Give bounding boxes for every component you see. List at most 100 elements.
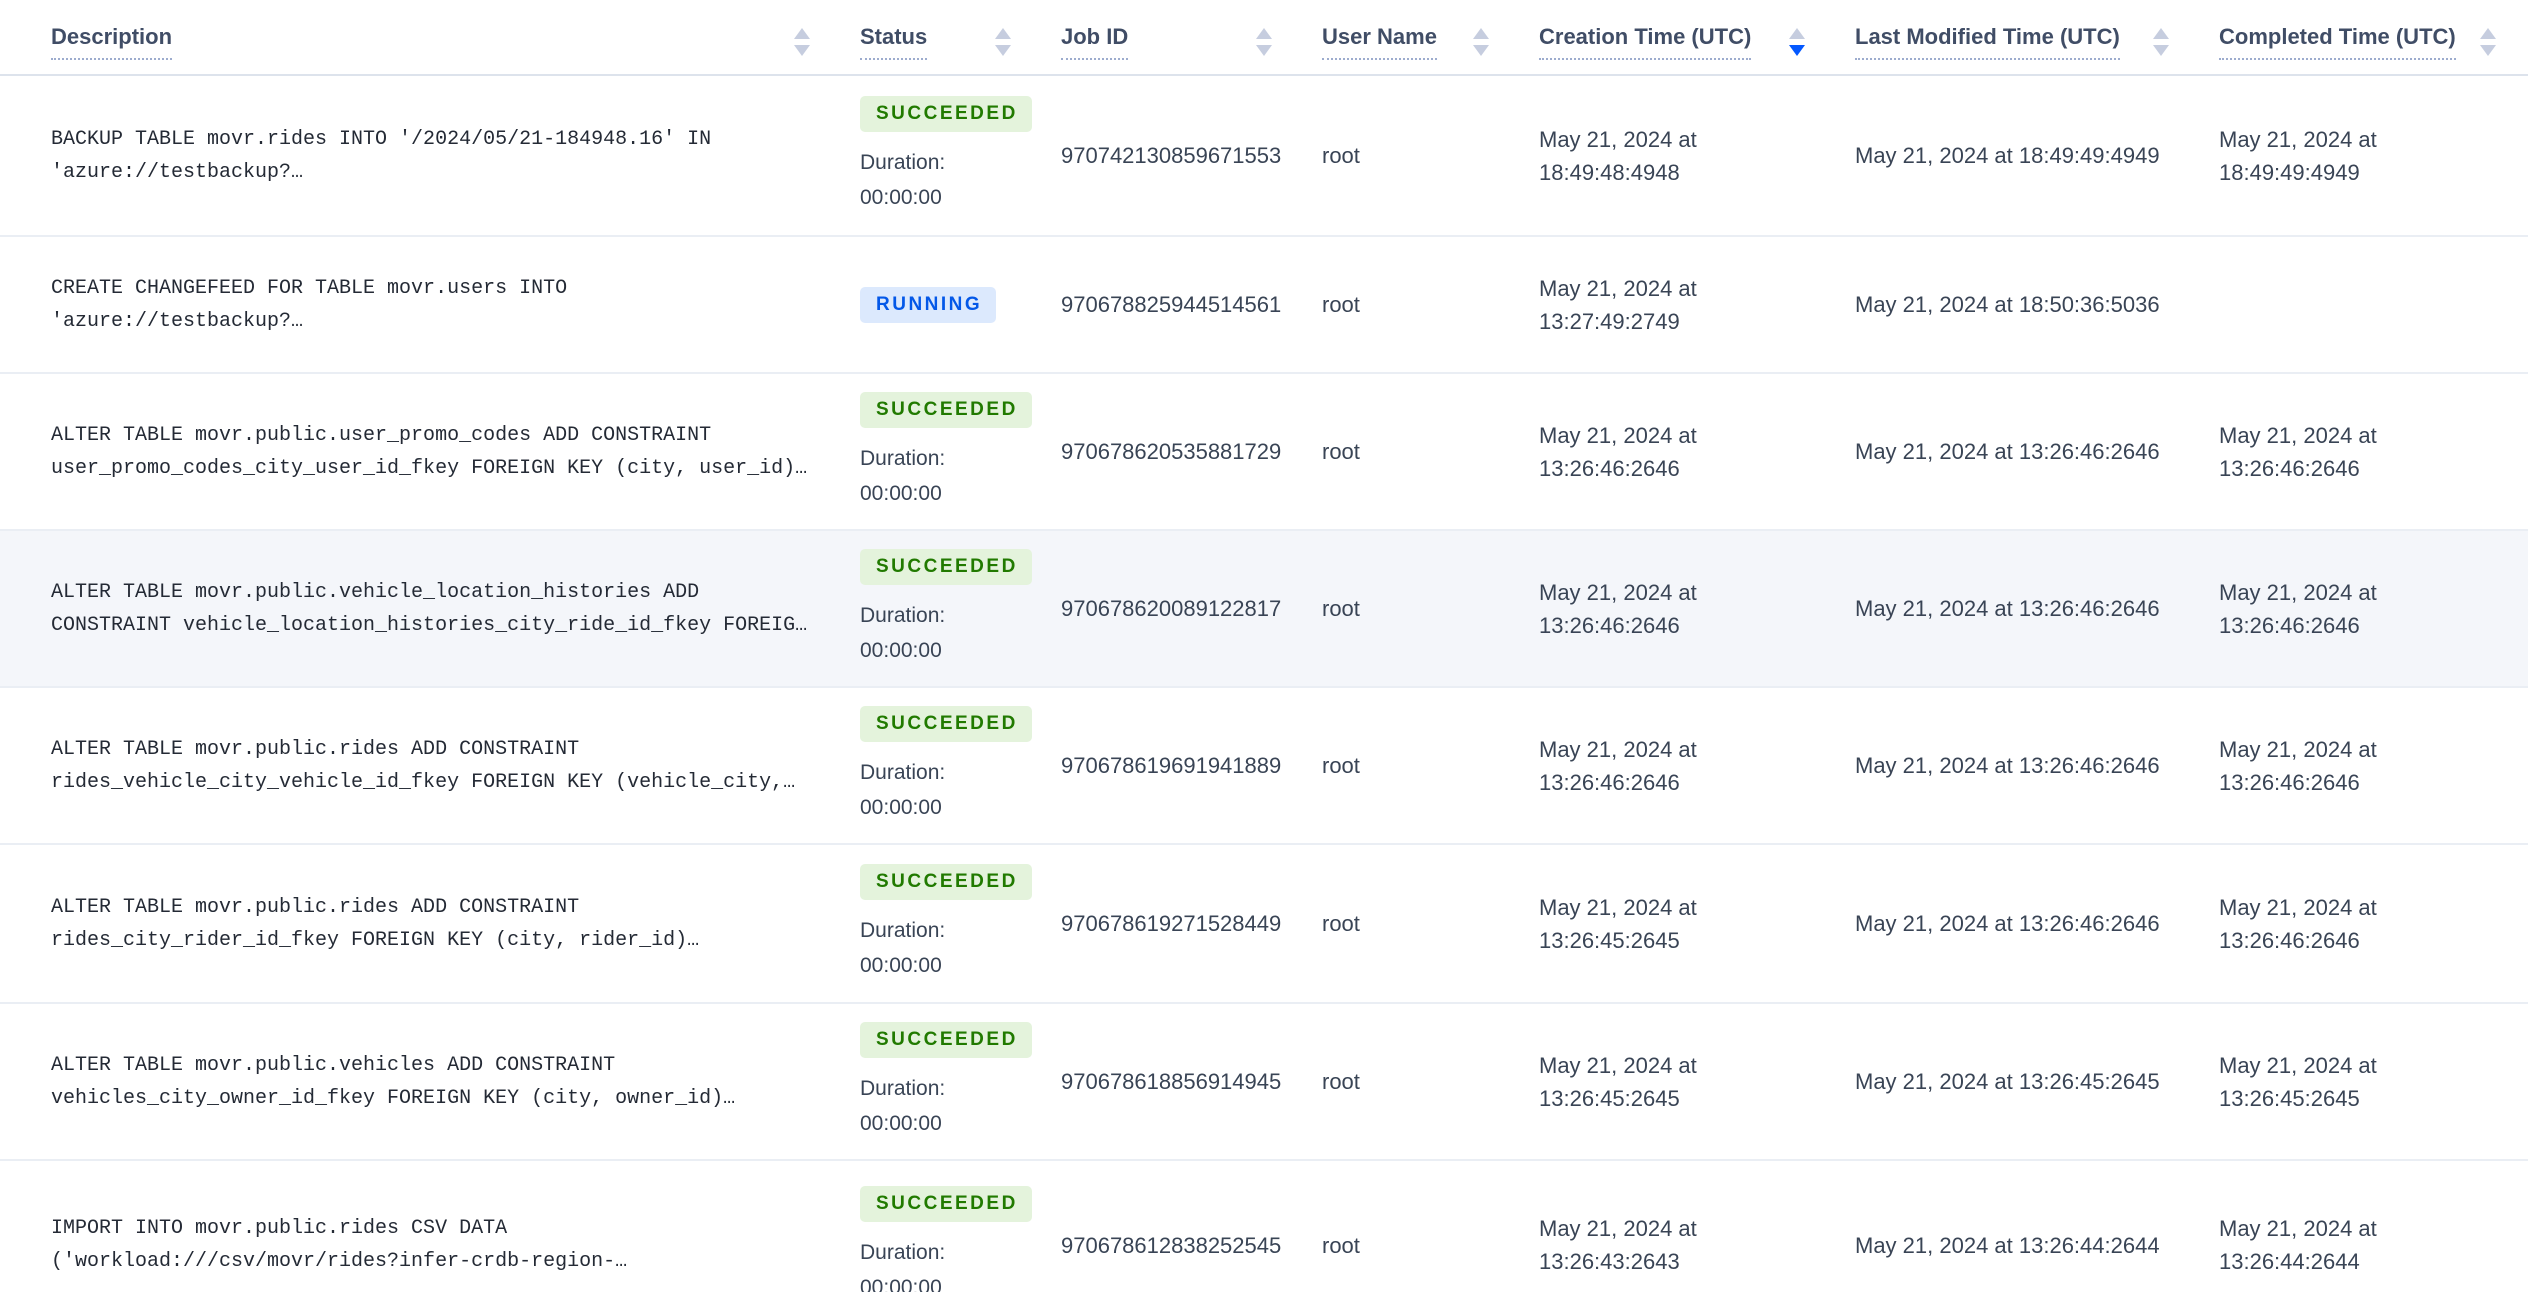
- modified-time-cell: May 21, 2024 at 18:50:36:5036: [1855, 236, 2219, 374]
- column-header-completed-time[interactable]: Completed Time (UTC): [2219, 0, 2528, 76]
- user-name-cell: root: [1322, 1003, 1539, 1161]
- column-header-status[interactable]: Status: [860, 0, 1061, 76]
- job-description: IMPORT INTO movr.public.rides CSV DATA (…: [51, 1217, 628, 1273]
- column-header-creation-time[interactable]: Creation Time (UTC): [1539, 0, 1855, 76]
- completed-time-cell: May 21, 2024 at 13:26:46:2646: [2219, 373, 2528, 531]
- status-badge: SUCCEEDED: [860, 864, 1032, 900]
- duration-label: Duration:: [860, 1077, 946, 1100]
- column-header-description[interactable]: Description: [0, 0, 860, 76]
- job-description: ALTER TABLE movr.public.user_promo_codes…: [51, 423, 808, 480]
- creation-time-cell: May 21, 2024 at 13:26:45:2645: [1539, 1003, 1855, 1161]
- creation-time-cell: May 21, 2024 at 13:26:45:2645: [1539, 844, 1855, 1004]
- job-description-cell[interactable]: CREATE CHANGEFEED FOR TABLE movr.users I…: [0, 236, 860, 374]
- table-row[interactable]: ALTER TABLE movr.public.user_promo_codes…: [0, 373, 2528, 531]
- job-id-cell: 970678619271528449: [1061, 844, 1322, 1004]
- duration-label: Duration:: [860, 761, 946, 784]
- duration-label: Duration:: [860, 151, 946, 174]
- job-description: ALTER TABLE movr.public.vehicle_location…: [51, 580, 808, 637]
- status-badge: SUCCEEDED: [860, 1022, 1032, 1058]
- completed-time-cell: May 21, 2024 at 13:26:46:2646: [2219, 530, 2528, 688]
- sort-desc-arrow-icon: [995, 45, 1011, 56]
- status-badge: SUCCEEDED: [860, 96, 1032, 132]
- job-id-cell: 970678620535881729: [1061, 373, 1322, 531]
- job-description: ALTER TABLE movr.public.rides ADD CONSTR…: [51, 737, 796, 794]
- table-row[interactable]: BACKUP TABLE movr.rides INTO '/2024/05/2…: [0, 75, 2528, 237]
- table-row[interactable]: ALTER TABLE movr.public.vehicle_location…: [0, 530, 2528, 688]
- creation-time-cell: May 21, 2024 at 13:26:46:2646: [1539, 687, 1855, 845]
- modified-time-cell: May 21, 2024 at 13:26:46:2646: [1855, 373, 2219, 531]
- job-id-cell: 970678619691941889: [1061, 687, 1322, 845]
- job-description-cell[interactable]: ALTER TABLE movr.public.rides ADD CONSTR…: [0, 687, 860, 845]
- job-id-cell: 970678618856914945: [1061, 1003, 1322, 1161]
- column-header-user-name[interactable]: User Name: [1322, 0, 1539, 76]
- creation-time-cell: May 21, 2024 at 13:27:49:2749: [1539, 236, 1855, 374]
- modified-time-cell: May 21, 2024 at 13:26:45:2645: [1855, 1003, 2219, 1161]
- sort-asc-arrow-icon: [2153, 28, 2169, 39]
- creation-time-cell: May 21, 2024 at 13:26:43:2643: [1539, 1160, 1855, 1292]
- jobs-table: Description Status Job ID User Name Crea…: [0, 0, 2528, 1292]
- sort-desc-arrow-icon: [2479, 45, 2496, 56]
- table-row[interactable]: IMPORT INTO movr.public.rides CSV DATA (…: [0, 1160, 2528, 1292]
- column-header-label: Status: [860, 24, 928, 60]
- job-id-cell: 970678612838252545: [1061, 1160, 1322, 1292]
- column-header-label: Job ID: [1061, 24, 1129, 60]
- sort-arrows-icon[interactable]: [1256, 28, 1272, 56]
- job-description-cell[interactable]: BACKUP TABLE movr.rides INTO '/2024/05/2…: [0, 75, 860, 237]
- duration-value: 00:00:00: [860, 1275, 942, 1292]
- sort-desc-arrow-icon: [794, 45, 810, 56]
- column-header-label: Creation Time (UTC): [1539, 24, 1752, 60]
- sort-arrows-icon[interactable]: [2479, 28, 2496, 56]
- completed-time-cell: May 21, 2024 at 13:26:46:2646: [2219, 844, 2528, 1004]
- completed-time-cell: May 21, 2024 at 13:26:45:2645: [2219, 1003, 2528, 1161]
- table-row[interactable]: CREATE CHANGEFEED FOR TABLE movr.users I…: [0, 236, 2528, 374]
- completed-time-cell: May 21, 2024 at 13:26:44:2644: [2219, 1160, 2528, 1292]
- creation-time-cell: May 21, 2024 at 13:26:46:2646: [1539, 530, 1855, 688]
- job-description-cell[interactable]: ALTER TABLE movr.public.vehicles ADD CON…: [0, 1003, 860, 1161]
- table-row[interactable]: ALTER TABLE movr.public.rides ADD CONSTR…: [0, 687, 2528, 845]
- sort-asc-arrow-icon: [995, 28, 1011, 39]
- modified-time-cell: May 21, 2024 at 13:26:44:2644: [1855, 1160, 2219, 1292]
- modified-time-cell: May 21, 2024 at 13:26:46:2646: [1855, 687, 2219, 845]
- sort-arrows-icon[interactable]: [995, 28, 1011, 56]
- sort-arrows-icon[interactable]: [1473, 28, 1489, 56]
- duration-value: 00:00:00: [860, 1112, 942, 1135]
- sort-arrows-icon[interactable]: [2153, 28, 2169, 56]
- table-row[interactable]: ALTER TABLE movr.public.vehicles ADD CON…: [0, 1003, 2528, 1161]
- status-badge: SUCCEEDED: [860, 706, 1032, 742]
- status-cell: SUCCEEDED Duration: 00:00:00: [860, 530, 1061, 688]
- sort-arrows-icon[interactable]: [794, 28, 810, 56]
- sort-asc-arrow-icon: [1789, 28, 1805, 39]
- status-cell: SUCCEEDED Duration: 00:00:00: [860, 687, 1061, 845]
- job-description-cell[interactable]: IMPORT INTO movr.public.rides CSV DATA (…: [0, 1160, 860, 1292]
- sort-asc-arrow-icon: [2479, 28, 2496, 39]
- column-header-label: Last Modified Time (UTC): [1855, 24, 2120, 60]
- completed-time-cell: [2219, 236, 2528, 374]
- completed-time-cell: May 21, 2024 at 13:26:46:2646: [2219, 687, 2528, 845]
- job-description-cell[interactable]: ALTER TABLE movr.public.rides ADD CONSTR…: [0, 844, 860, 1004]
- column-header-label: User Name: [1322, 24, 1437, 60]
- job-description: ALTER TABLE movr.public.vehicles ADD CON…: [51, 1053, 736, 1110]
- job-description: CREATE CHANGEFEED FOR TABLE movr.users I…: [51, 276, 568, 333]
- column-header-modified-time[interactable]: Last Modified Time (UTC): [1855, 0, 2219, 76]
- user-name-cell: root: [1322, 1160, 1539, 1292]
- user-name-cell: root: [1322, 236, 1539, 374]
- sort-asc-arrow-icon: [1256, 28, 1272, 39]
- table-row[interactable]: ALTER TABLE movr.public.rides ADD CONSTR…: [0, 844, 2528, 1004]
- sort-desc-arrow-icon: [1789, 45, 1805, 56]
- table-header-row: Description Status Job ID User Name Crea…: [0, 0, 2528, 76]
- column-header-job-id[interactable]: Job ID: [1061, 0, 1322, 76]
- duration-label: Duration:: [860, 447, 946, 470]
- duration-label: Duration:: [860, 1240, 946, 1264]
- sort-arrows-icon[interactable]: [1789, 28, 1805, 56]
- job-description-cell[interactable]: ALTER TABLE movr.public.vehicle_location…: [0, 530, 860, 688]
- job-description: BACKUP TABLE movr.rides INTO '/2024/05/2…: [51, 127, 712, 184]
- duration-label: Duration:: [860, 919, 946, 942]
- job-description-cell[interactable]: ALTER TABLE movr.public.user_promo_codes…: [0, 373, 860, 531]
- status-cell: RUNNING: [860, 236, 1061, 374]
- duration-value: 00:00:00: [860, 796, 942, 819]
- job-id-cell: 970678825944514561: [1061, 236, 1322, 374]
- status-badge: SUCCEEDED: [860, 549, 1032, 585]
- status-badge: SUCCEEDED: [860, 392, 1032, 428]
- status-cell: SUCCEEDED Duration: 00:00:00: [860, 1003, 1061, 1161]
- user-name-cell: root: [1322, 373, 1539, 531]
